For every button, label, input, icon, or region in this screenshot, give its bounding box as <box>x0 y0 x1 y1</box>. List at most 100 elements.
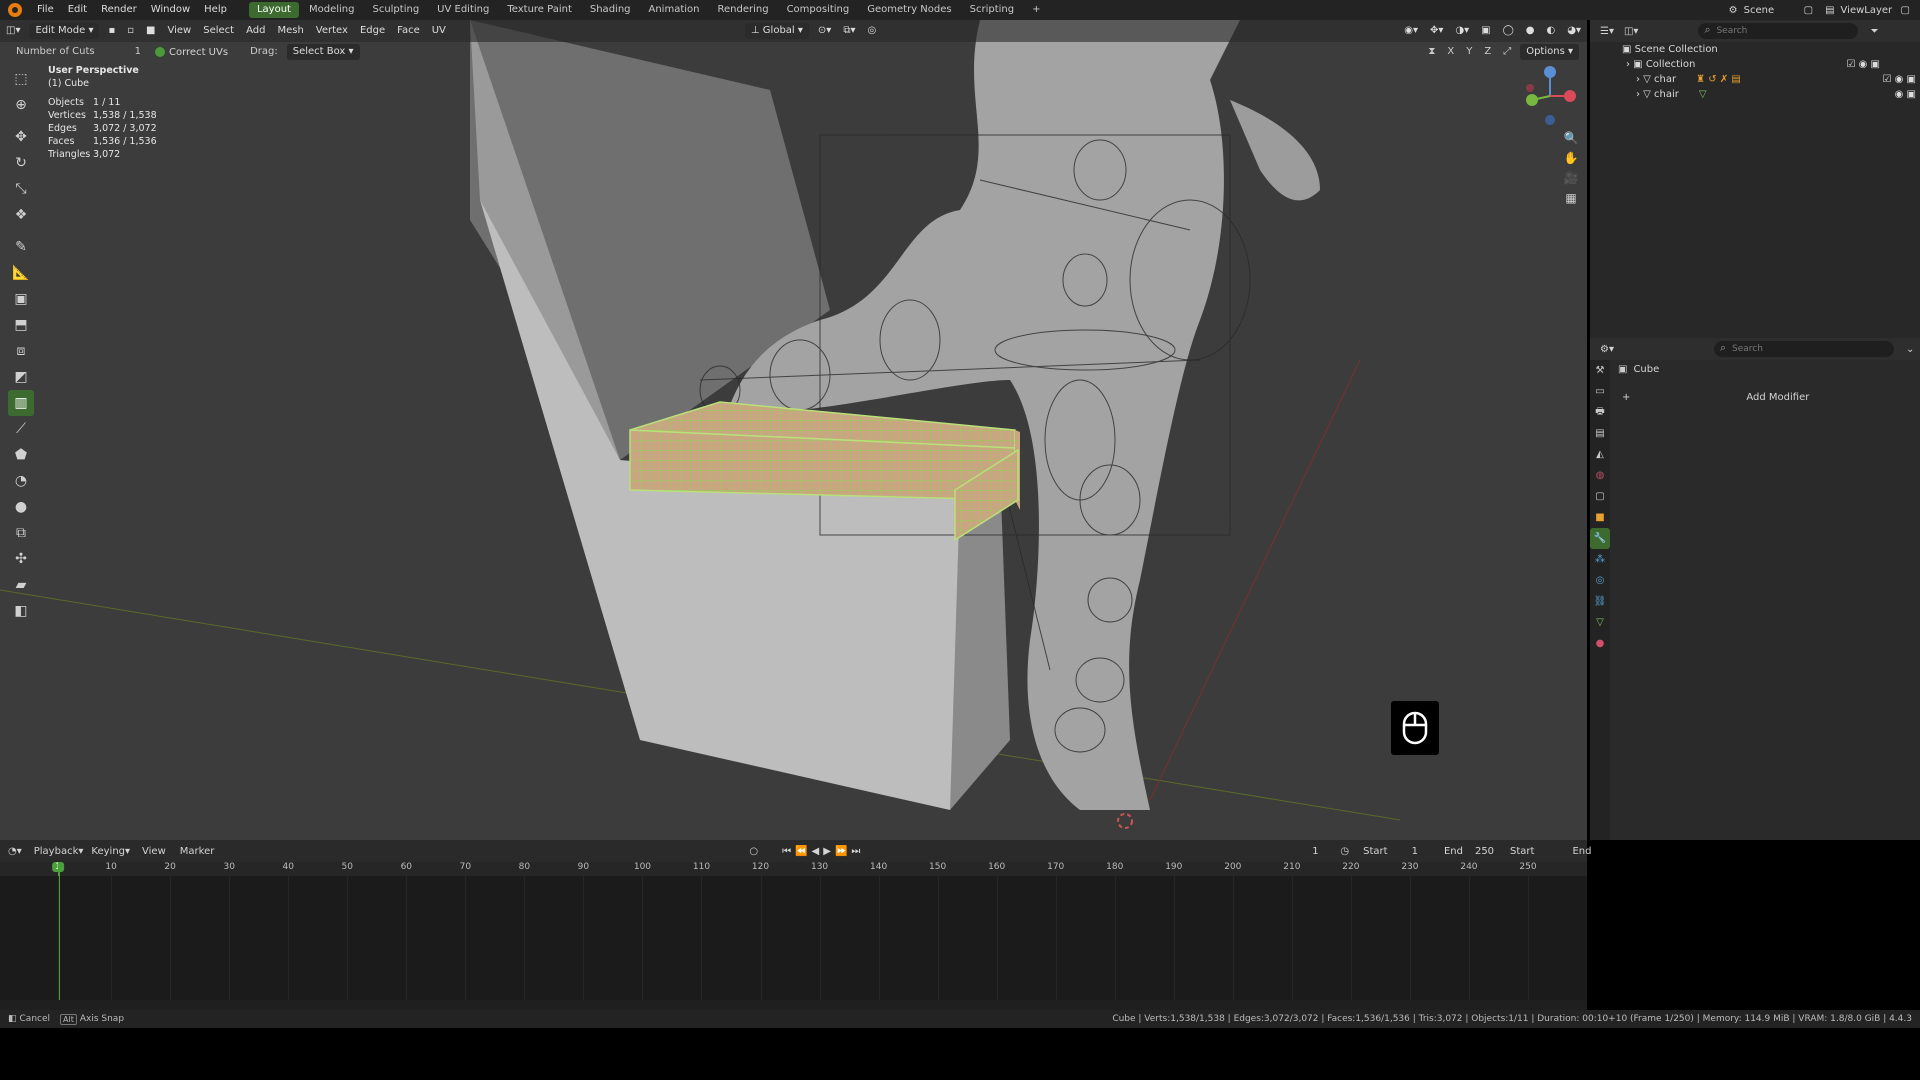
display-mode-icon[interactable]: ◫▾ <box>1624 26 1638 37</box>
visibility-icon[interactable]: ◉▾ <box>1398 20 1424 42</box>
tab-geometry-nodes[interactable]: Geometry Nodes <box>859 2 959 18</box>
menu-edit[interactable]: Edit <box>61 0 94 20</box>
rip-icon[interactable]: ◧ <box>8 598 34 624</box>
particles-tab-icon[interactable]: ⁂ <box>1590 549 1610 570</box>
list-item[interactable]: › ▣ Collection ☑ ◉ ▣ <box>1590 57 1920 72</box>
menu-playback[interactable]: Playback <box>34 846 79 857</box>
menu-window[interactable]: Window <box>144 0 197 20</box>
menu-marker[interactable]: Marker <box>180 846 215 857</box>
mode-dropdown[interactable]: Edit Mode ▾ <box>29 23 100 39</box>
jump-end-icon[interactable]: ⏭ <box>851 846 860 857</box>
navigation-gizmo[interactable] <box>1518 64 1582 128</box>
editor-type-icon[interactable]: ◫▾ <box>0 20 26 42</box>
menu-face[interactable]: Face <box>391 20 426 42</box>
clock-icon[interactable]: ◷ <box>1340 846 1349 857</box>
data-tab-icon[interactable]: ▽ <box>1590 612 1610 633</box>
add-workspace-icon[interactable]: + <box>1024 2 1048 18</box>
vertex-select-icon[interactable]: ▪ <box>102 20 121 42</box>
tab-sculpting[interactable]: Sculpting <box>364 2 427 18</box>
scene-name[interactable]: Scene <box>1744 5 1804 16</box>
menu-view[interactable]: View <box>161 20 197 42</box>
menu-vertex[interactable]: Vertex <box>310 20 354 42</box>
visibility-icons[interactable]: ◉ ▣ <box>1895 87 1916 102</box>
play-reverse-icon[interactable]: ◀ <box>812 846 820 857</box>
scene-icon[interactable]: ⚙ <box>1729 5 1738 16</box>
scene-tab-icon[interactable]: ◭ <box>1590 444 1610 465</box>
drag-dropdown[interactable]: Select Box ▾ <box>286 44 360 60</box>
axis-z-toggle[interactable]: Z <box>1478 42 1497 62</box>
view-layer-icon[interactable]: ▤ <box>1825 5 1834 16</box>
properties-editor-icon[interactable]: ⚙▾ <box>1600 344 1614 355</box>
cuts-field[interactable]: 1 <box>129 42 147 62</box>
smooth-icon[interactable]: ● <box>8 494 34 520</box>
knife-icon[interactable]: ⟋ <box>8 416 34 442</box>
properties-search-input[interactable]: Search <box>1713 340 1894 357</box>
view-layer-tab-icon[interactable]: ▤ <box>1590 423 1610 444</box>
jump-start-icon[interactable]: ⏮ <box>782 846 791 857</box>
tool-tab-icon[interactable]: ⚒ <box>1590 360 1610 381</box>
constraints-tab-icon[interactable]: ⛓ <box>1590 591 1610 612</box>
zoom-icon[interactable]: 🔍 <box>1561 128 1581 148</box>
outliner-search-input[interactable]: Search <box>1698 22 1859 39</box>
tab-uv-editing[interactable]: UV Editing <box>429 2 497 18</box>
xray-icon[interactable]: ▣ <box>1475 20 1496 42</box>
outliner-editor-icon[interactable]: ☰▾ <box>1600 26 1614 37</box>
play-icon[interactable]: ▶ <box>823 846 831 857</box>
menu-mesh[interactable]: Mesh <box>271 20 309 42</box>
shear-icon[interactable]: ▰ <box>8 572 34 598</box>
blender-logo-icon[interactable] <box>8 3 22 17</box>
select-box-icon[interactable]: ⬚ <box>8 66 34 92</box>
prev-keyframe-icon[interactable]: ⏪ <box>795 846 807 857</box>
filter-icon[interactable]: ⏷ <box>1870 26 1878 37</box>
bevel-icon[interactable]: ◩ <box>8 364 34 390</box>
menu-view[interactable]: View <box>142 846 166 857</box>
inset-icon[interactable]: ⧈ <box>8 338 34 364</box>
physics-tab-icon[interactable]: ◎ <box>1590 570 1610 591</box>
checkbox-icon[interactable]: ☑ ◉ ▣ <box>1847 57 1881 72</box>
shading-solid-icon[interactable]: ● <box>1520 20 1541 42</box>
camera-icon[interactable]: 🎥 <box>1561 168 1581 188</box>
edge-slide-icon[interactable]: ⧉ <box>8 520 34 546</box>
output-tab-icon[interactable]: 🖶 <box>1590 402 1610 423</box>
list-item[interactable]: › ▽ char ♜ ↺ ✗ ▤ ☑ ◉ ▣ <box>1590 72 1920 87</box>
tab-texture-paint[interactable]: Texture Paint <box>499 2 580 18</box>
extrude-icon[interactable]: ⬒ <box>8 312 34 338</box>
axis-x-toggle[interactable]: X <box>1441 42 1460 62</box>
tab-shading[interactable]: Shading <box>582 2 639 18</box>
options-dropdown[interactable]: Options ▾ <box>1520 44 1579 60</box>
shrink-fatten-icon[interactable]: ✣ <box>8 546 34 572</box>
tab-rendering[interactable]: Rendering <box>709 2 776 18</box>
record-icon[interactable]: ○ <box>749 846 758 857</box>
proportional-icon[interactable]: ◎ <box>861 20 882 42</box>
timeline-body[interactable] <box>0 862 1587 1000</box>
chevron-down-icon[interactable]: ⌄ <box>1906 344 1914 355</box>
grid-icon[interactable]: ▦ <box>1561 188 1581 208</box>
modifier-tab-icon[interactable]: 🔧 <box>1590 528 1610 549</box>
menu-render[interactable]: Render <box>94 0 144 20</box>
shading-rendered-icon[interactable]: ◕▾ <box>1561 20 1587 42</box>
tab-scripting[interactable]: Scripting <box>962 2 1022 18</box>
render-tab-icon[interactable]: ▭ <box>1590 381 1610 402</box>
auto-merge-icon[interactable]: ⤢ <box>1497 42 1517 62</box>
menu-file[interactable]: File <box>30 0 61 20</box>
scale-icon[interactable]: ⤡ <box>8 176 34 202</box>
tab-modeling[interactable]: Modeling <box>301 2 363 18</box>
list-item[interactable]: › ▽ chair ▽ ◉ ▣ <box>1590 87 1920 102</box>
object-tab-icon[interactable]: ■ <box>1590 507 1610 528</box>
orientation-dropdown[interactable]: ⊥ Global ▾ <box>744 23 809 39</box>
tab-animation[interactable]: Animation <box>641 2 708 18</box>
material-tab-icon[interactable]: ● <box>1590 633 1610 654</box>
next-keyframe-icon[interactable]: ⏩ <box>835 846 847 857</box>
cursor-icon[interactable]: ⊕ <box>8 92 34 118</box>
gizmo-toggle-icon[interactable]: ✥▾ <box>1424 20 1449 42</box>
shading-wire-icon[interactable]: ◯ <box>1497 20 1520 42</box>
pivot-icon[interactable]: ⊙▾ <box>812 20 837 42</box>
start-field[interactable]: 1 <box>1412 846 1418 857</box>
menu-help[interactable]: Help <box>197 0 234 20</box>
menu-uv[interactable]: UV <box>426 20 452 42</box>
correct-uvs-checkbox[interactable] <box>155 47 165 57</box>
current-frame-field[interactable]: 1 <box>1300 846 1330 857</box>
mirror-icon[interactable]: ⧗ <box>1422 42 1441 62</box>
shading-material-icon[interactable]: ◐ <box>1541 20 1562 42</box>
timeline-ruler[interactable]: 1102030405060708090100110120130140150160… <box>0 862 1587 876</box>
